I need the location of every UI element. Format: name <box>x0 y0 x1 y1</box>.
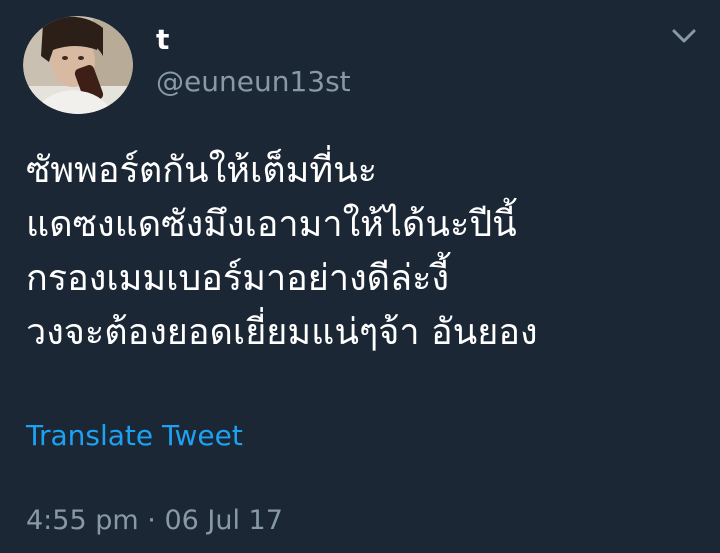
tweet-date: 06 Jul 17 <box>164 505 283 536</box>
tweet-text-line: ซัพพอร์ตกันให้เต็มที่นะ <box>26 150 378 191</box>
chevron-down-icon <box>672 29 696 43</box>
user-handle[interactable]: @euneun13st <box>156 66 351 98</box>
tweet-time: 4:55 pm <box>26 505 139 536</box>
tweet-menu-button[interactable] <box>668 20 700 52</box>
avatar[interactable] <box>23 16 133 114</box>
tweet-text-line: แดซงแดซังมึงเอามาให้ได้นะปีนี้ <box>26 204 517 245</box>
tweet-text-line: วงจะต้องยอดเยี่ยมแน่ๆจ้า อันยอง <box>26 312 538 353</box>
tweet-timestamp: 4:55 pm · 06 Jul 17 <box>26 503 283 539</box>
profile-photo-icon <box>23 16 133 114</box>
translate-tweet-link[interactable]: Translate Tweet <box>26 418 243 454</box>
tweet-text: ซัพพอร์ตกันให้เต็มที่นะ แดซงแดซังมึงเอาม… <box>26 144 706 360</box>
tweet-card: t @euneun13st ซัพพอร์ตกันให้เต็มที่นะ แด… <box>0 0 720 553</box>
meta-separator: · <box>147 505 156 536</box>
display-name[interactable]: t <box>156 24 169 56</box>
tweet-text-line: กรองเมมเบอร์มาอย่างดีล่ะงี้ <box>26 258 450 299</box>
